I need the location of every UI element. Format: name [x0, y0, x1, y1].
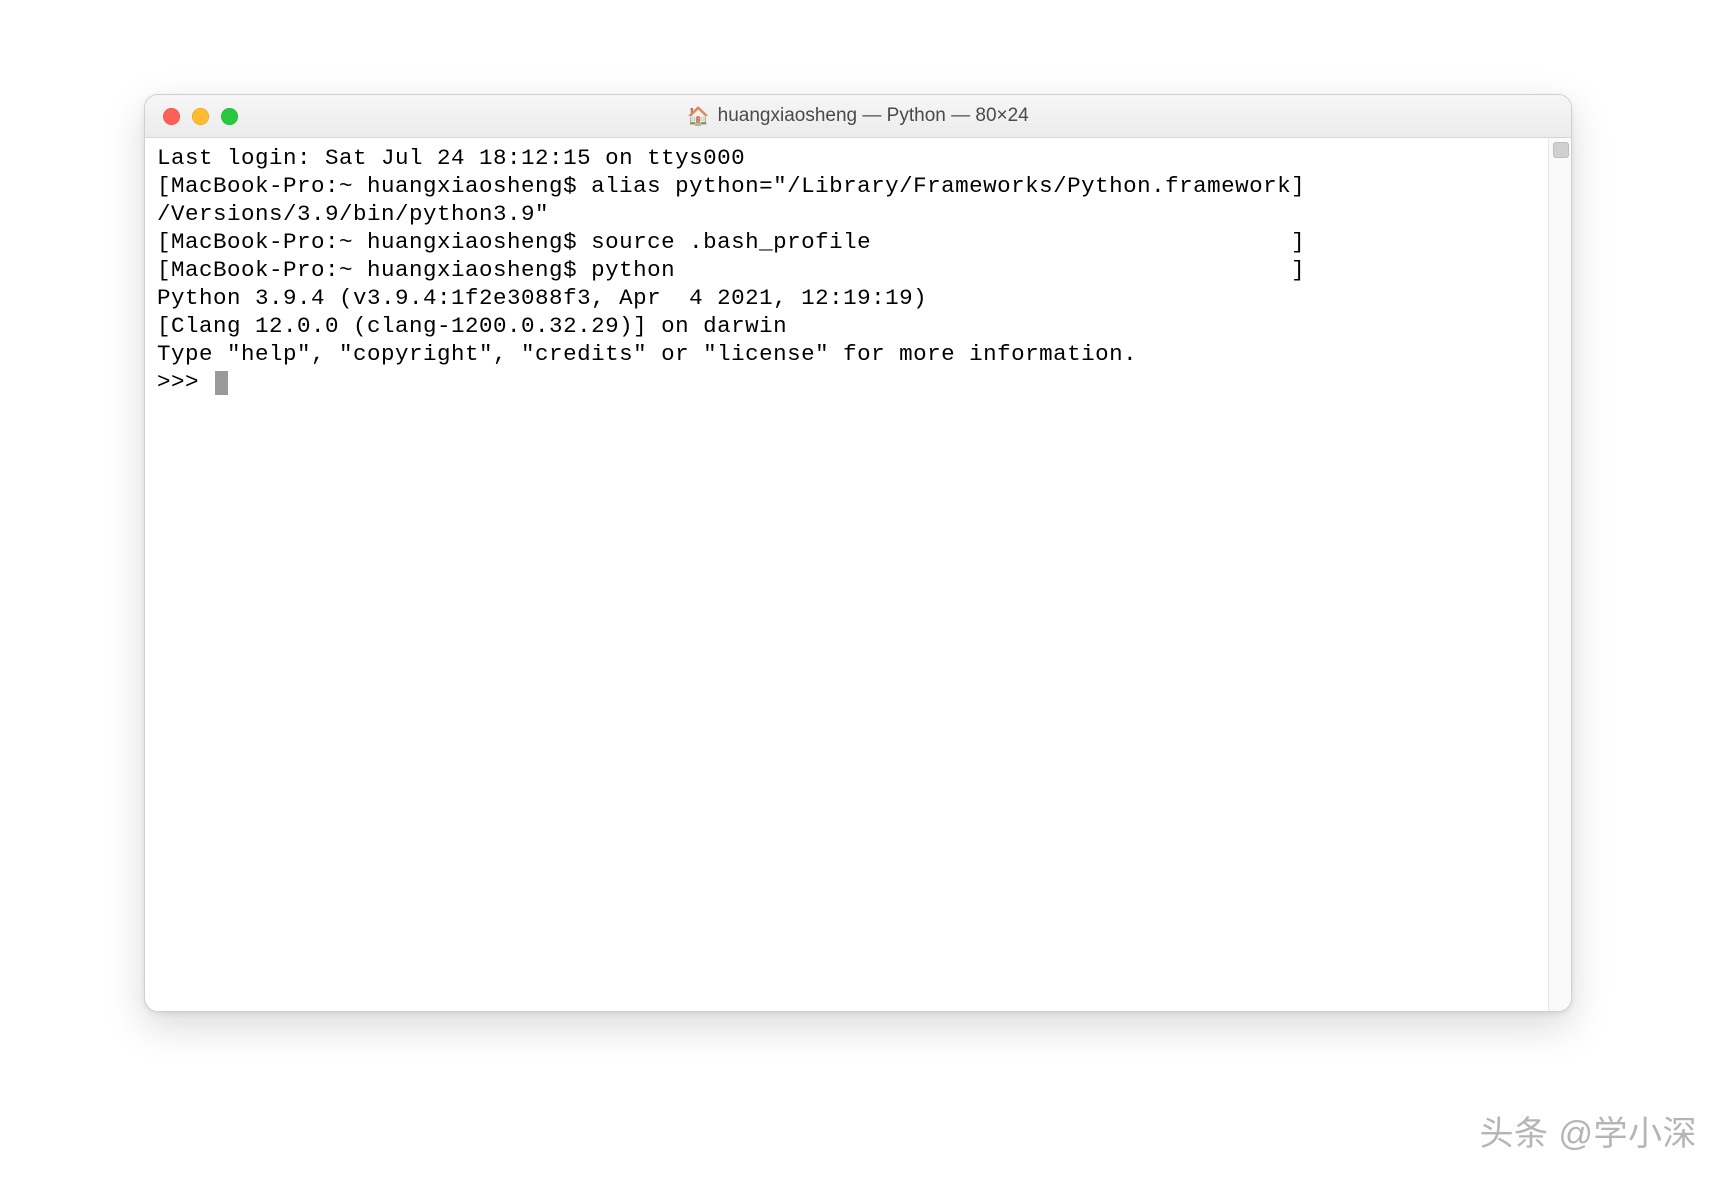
home-icon: 🏠	[687, 106, 709, 127]
terminal-line: Python 3.9.4 (v3.9.4:1f2e3088f3, Apr 4 2…	[157, 285, 927, 311]
minimize-button[interactable]	[192, 108, 209, 125]
traffic-lights	[145, 108, 238, 125]
window-titlebar[interactable]: 🏠 huangxiaosheng — Python — 80×24	[145, 95, 1571, 138]
window-title: huangxiaosheng — Python — 80×24	[718, 105, 1029, 127]
scrollbar-handle[interactable]	[1553, 142, 1569, 158]
watermark: 头条 @学小深	[1480, 1106, 1697, 1155]
scrollbar[interactable]	[1548, 138, 1571, 1011]
terminal-prompt: >>>	[157, 369, 213, 395]
terminal-line: Type "help", "copyright", "credits" or "…	[157, 341, 1137, 367]
terminal-line: [Clang 12.0.0 (clang-1200.0.32.29)] on d…	[157, 313, 787, 339]
terminal-window: 🏠 huangxiaosheng — Python — 80×24 Last l…	[144, 94, 1572, 1012]
cursor	[215, 371, 228, 395]
terminal-line: [MacBook-Pro:~ huangxiaosheng$ alias pyt…	[157, 173, 1305, 199]
terminal-line: [MacBook-Pro:~ huangxiaosheng$ source .b…	[157, 229, 1305, 255]
terminal-line: [MacBook-Pro:~ huangxiaosheng$ python ]	[157, 257, 1305, 283]
terminal-body: Last login: Sat Jul 24 18:12:15 on ttys0…	[145, 138, 1571, 1011]
terminal-line: /Versions/3.9/bin/python3.9"	[157, 201, 549, 227]
maximize-button[interactable]	[221, 108, 238, 125]
terminal-content[interactable]: Last login: Sat Jul 24 18:12:15 on ttys0…	[145, 138, 1548, 1011]
close-button[interactable]	[163, 108, 180, 125]
terminal-line: Last login: Sat Jul 24 18:12:15 on ttys0…	[157, 145, 745, 171]
window-title-area: 🏠 huangxiaosheng — Python — 80×24	[145, 105, 1571, 127]
